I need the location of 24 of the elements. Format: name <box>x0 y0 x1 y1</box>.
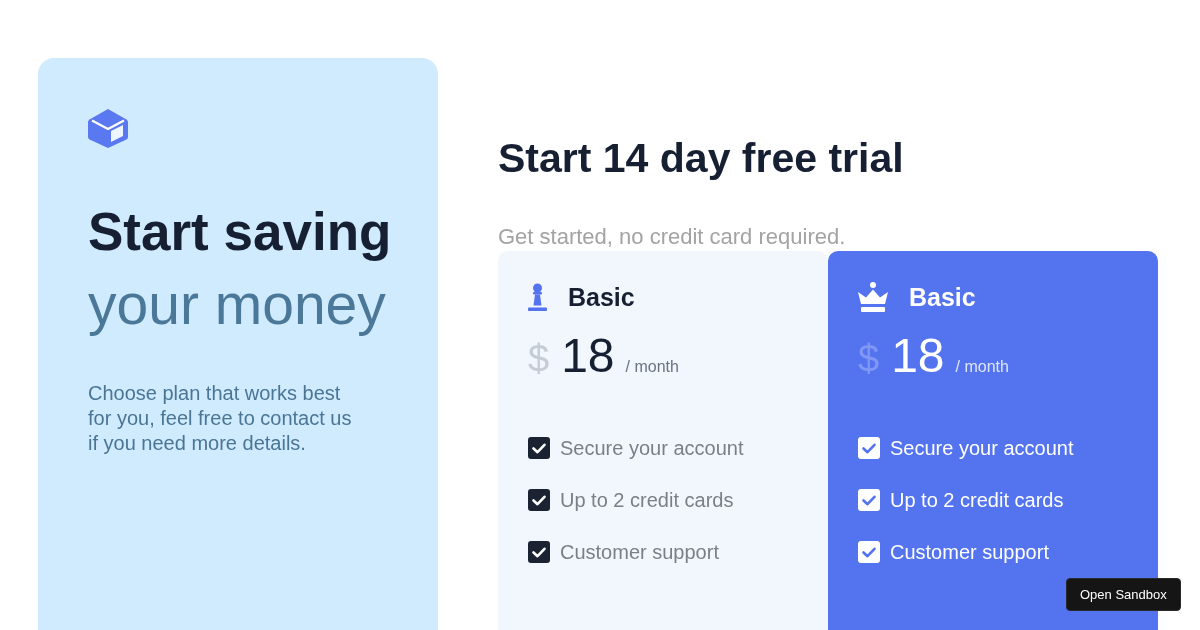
plan-card[interactable]: Basic $ 18 / month Secure your account Up to 2 credit cards Customer support <box>498 251 828 630</box>
plan-name: Basic <box>568 282 635 312</box>
cube-logo-icon <box>88 108 128 148</box>
currency-symbol: $ <box>528 337 550 382</box>
crown-icon <box>858 281 888 313</box>
open-sandbox-button[interactable]: Open Sandbox <box>1066 578 1181 611</box>
billing-period: / month <box>625 357 679 377</box>
description: Choose plan that works best for you, feel free to contact us if you need more details. <box>88 381 353 456</box>
feature-label: Customer support <box>890 541 1049 563</box>
headline: Start saving <box>88 201 392 263</box>
plan-price: 18 <box>891 332 945 380</box>
plan-price: 18 <box>561 332 615 380</box>
headline-subline: your money <box>88 271 386 338</box>
trial-subtitle: Get started, no credit card required. <box>498 223 846 251</box>
trial-heading: Start 14 day free trial <box>498 134 904 182</box>
feature-label: Secure your account <box>560 437 744 459</box>
feature-label: Secure your account <box>890 437 1074 459</box>
pawn-icon <box>528 283 547 311</box>
feature-label: Customer support <box>560 541 719 563</box>
billing-period: / month <box>955 357 1009 377</box>
currency-symbol: $ <box>858 337 880 382</box>
feature-label: Up to 2 credit cards <box>560 489 734 511</box>
feature-label: Up to 2 credit cards <box>890 489 1064 511</box>
plan-name: Basic <box>909 282 976 312</box>
